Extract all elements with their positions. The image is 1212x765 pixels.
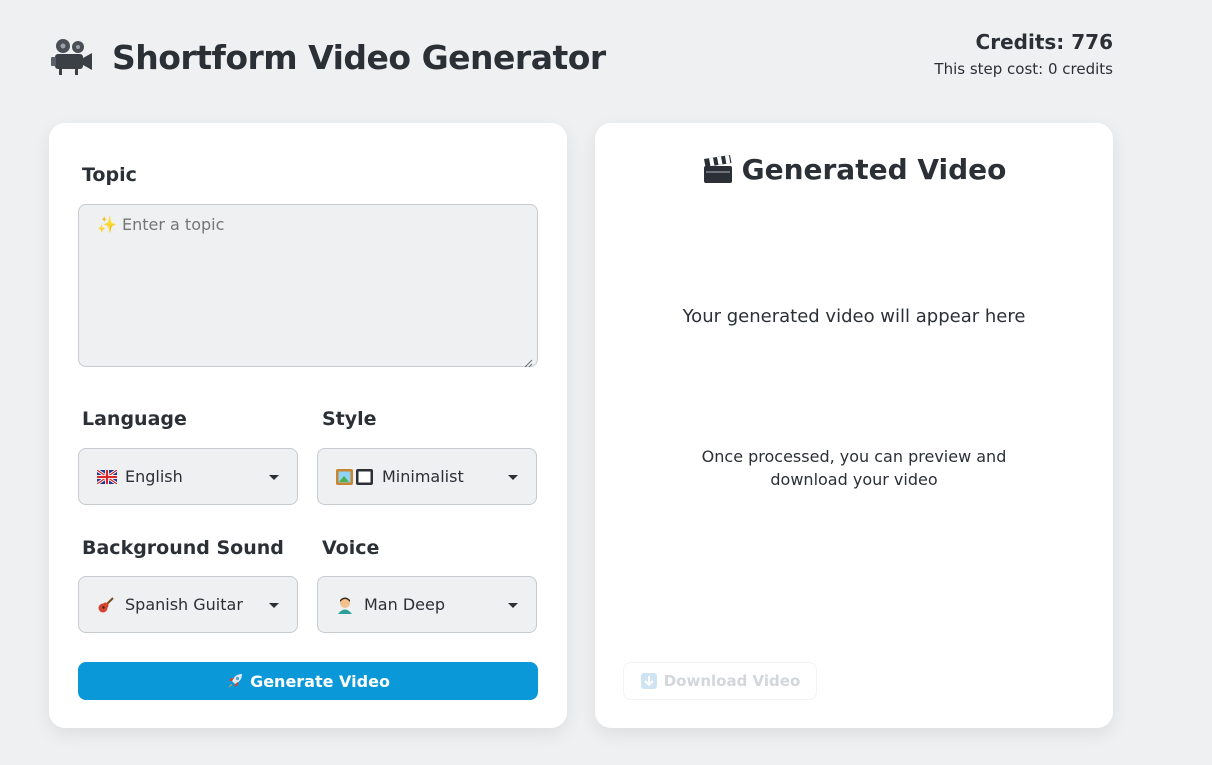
generate-video-button[interactable]: Generate Video [78,662,538,700]
chevron-down-icon [269,475,279,480]
down-arrow-icon [640,672,658,690]
style-label: Style [322,408,377,430]
background-sound-value: Spanish Guitar [125,595,243,614]
chevron-down-icon [269,603,279,608]
preview-title-wrap: Generated Video [595,153,1113,186]
video-placeholder: Your generated video will appear here [682,306,1026,327]
rocket-icon [226,672,244,690]
language-value: English [125,467,183,486]
chevron-down-icon [508,603,518,608]
resize-grip-icon[interactable] [523,353,533,368]
background-sound-label: Background Sound [82,537,284,559]
framed-picture-icon [336,468,376,485]
title-wrap: Shortform Video Generator [48,34,606,80]
clapper-board-icon [702,154,734,185]
voice-value: Man Deep [364,595,445,614]
voice-label: Voice [322,537,380,559]
man-icon [336,597,358,614]
form-card: Topic Language English Style [49,123,567,728]
video-hint: Once processed, you can preview and down… [701,447,1007,489]
header: Shortform Video Generator Credits: 776 T… [48,30,1113,90]
credits-panel: Credits: 776 This step cost: 0 credits [934,30,1113,78]
movie-camera-icon [48,34,94,80]
voice-select[interactable]: Man Deep [317,576,537,633]
uk-flag-icon [97,469,119,485]
topic-input[interactable] [78,204,538,367]
page-title: Shortform Video Generator [112,37,606,77]
style-select[interactable]: Minimalist [317,448,537,505]
preview-title: Generated Video [741,153,1007,186]
download-video-label: Download Video [663,672,801,690]
language-label: Language [82,408,187,430]
guitar-icon [97,596,119,613]
download-video-button[interactable]: Download Video [623,662,817,700]
topic-label: Topic [82,164,137,186]
step-cost: This step cost: 0 credits [934,60,1113,78]
chevron-down-icon [508,475,518,480]
preview-card: Generated Video Your generated video wil… [595,123,1113,728]
credits-balance: Credits: 776 [975,30,1113,54]
background-sound-select[interactable]: Spanish Guitar [78,576,298,633]
language-select[interactable]: English [78,448,298,505]
style-value: Minimalist [382,467,464,486]
generate-video-label: Generate Video [250,671,390,691]
